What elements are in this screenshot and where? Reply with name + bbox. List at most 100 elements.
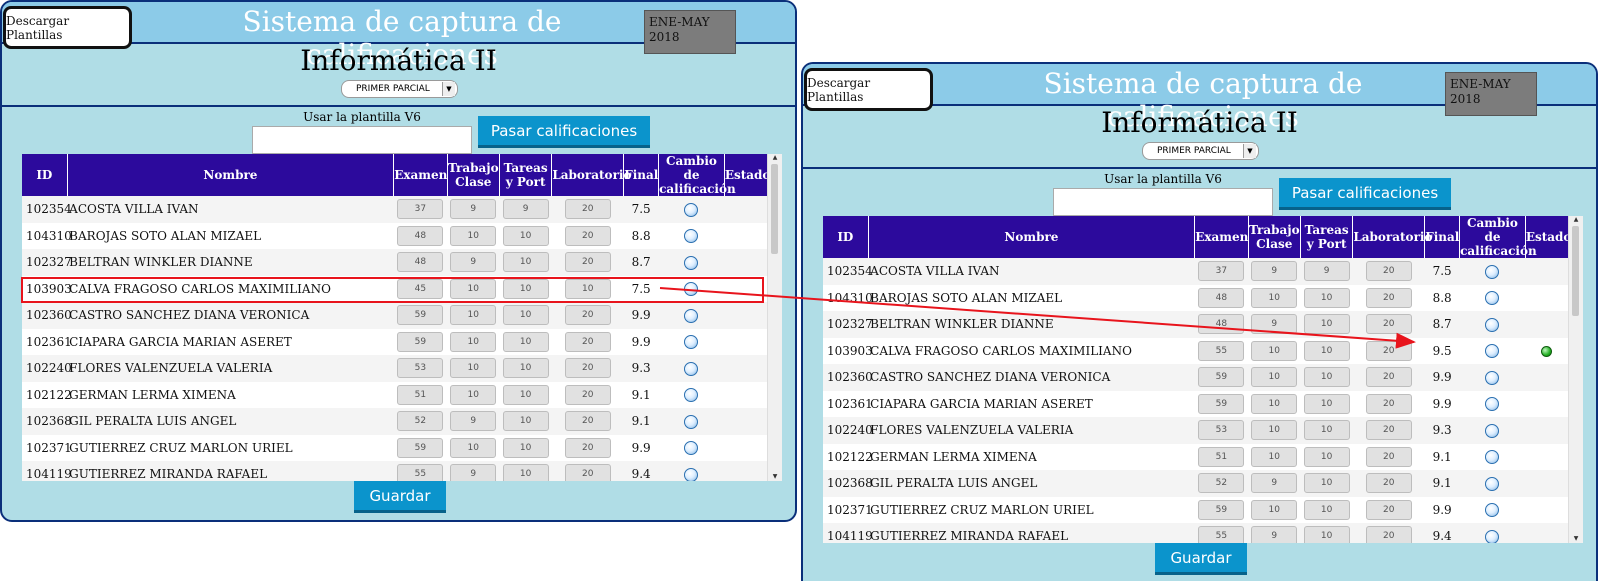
homework-input[interactable]: 10 [1303,473,1350,494]
change-grade-button[interactable] [1485,450,1500,464]
lab-input[interactable]: 20 [1365,446,1412,467]
change-grade-button[interactable] [684,441,699,455]
pass-grades-button[interactable]: Pasar calificaciones [478,116,650,148]
classwork-input[interactable]: 9 [1251,526,1298,543]
classwork-input[interactable]: 9 [450,464,497,481]
exam-input[interactable]: 55 [397,464,444,481]
change-grade-button[interactable] [1485,344,1500,358]
save-button[interactable]: Guardar [354,481,446,513]
classwork-input[interactable]: 10 [450,305,497,326]
homework-input[interactable]: 10 [1303,287,1350,308]
lab-input[interactable]: 20 [1365,473,1412,494]
classwork-input[interactable]: 10 [1251,367,1298,388]
exam-input[interactable]: 48 [1198,287,1245,308]
lab-input[interactable]: 20 [1365,287,1412,308]
table-scrollbar[interactable]: ▲ ▼ [767,154,782,481]
homework-input[interactable]: 10 [1303,420,1350,441]
scroll-up-icon[interactable]: ▲ [1569,216,1583,224]
lab-input[interactable]: 20 [1365,393,1412,414]
lab-input[interactable]: 20 [564,411,611,432]
exam-input[interactable]: 52 [397,411,444,432]
homework-input[interactable]: 10 [502,225,549,246]
lab-input[interactable]: 20 [564,464,611,481]
classwork-input[interactable]: 10 [1251,340,1298,361]
exam-input[interactable]: 59 [397,437,444,458]
lab-input[interactable]: 20 [1365,367,1412,388]
exam-input[interactable]: 55 [1198,340,1245,361]
change-grade-button[interactable] [684,255,699,270]
classwork-input[interactable]: 9 [450,252,497,273]
change-grade-button[interactable] [684,335,699,349]
exam-input[interactable]: 53 [397,358,444,379]
exam-input[interactable]: 59 [1198,499,1245,520]
exam-input[interactable]: 51 [1198,446,1245,467]
change-grade-button[interactable] [684,308,699,323]
classwork-input[interactable]: 9 [1251,473,1298,494]
homework-input[interactable]: 10 [1303,526,1350,543]
classwork-input[interactable]: 10 [450,437,497,458]
homework-input[interactable]: 10 [1303,367,1350,388]
exam-input[interactable]: 59 [397,331,444,352]
classwork-input[interactable]: 10 [1251,446,1298,467]
change-grade-button[interactable] [684,361,699,376]
homework-input[interactable]: 10 [1303,446,1350,467]
chevron-down-icon[interactable]: ▼ [442,82,455,96]
homework-input[interactable]: 10 [502,358,549,379]
template-input[interactable] [1053,188,1273,216]
homework-input[interactable]: 10 [502,331,549,352]
homework-input[interactable]: 10 [1303,340,1350,361]
homework-input[interactable]: 9 [502,199,549,220]
change-grade-button[interactable] [684,388,699,402]
homework-input[interactable]: 10 [502,252,549,273]
chevron-down-icon[interactable]: ▼ [1243,144,1256,158]
exam-input[interactable]: 59 [1198,393,1245,414]
change-grade-button[interactable] [1485,264,1500,279]
change-grade-button[interactable] [684,414,699,429]
change-grade-button[interactable] [1485,529,1500,543]
homework-input[interactable]: 10 [502,305,549,326]
exam-input[interactable]: 48 [1198,314,1245,335]
exam-input[interactable]: 59 [397,305,444,326]
exam-input[interactable]: 48 [397,252,444,273]
change-grade-button[interactable] [1485,370,1500,385]
exam-input[interactable]: 52 [1198,473,1245,494]
lab-input[interactable]: 20 [564,252,611,273]
change-grade-button[interactable] [1485,423,1500,438]
classwork-input[interactable]: 10 [450,331,497,352]
classwork-input[interactable]: 9 [450,411,497,432]
lab-input[interactable]: 20 [564,305,611,326]
parcial-select[interactable]: PRIMER PARCIAL ▼ [341,80,458,98]
exam-input[interactable]: 48 [397,225,444,246]
homework-input[interactable]: 10 [502,464,549,481]
lab-input[interactable]: 20 [564,331,611,352]
scroll-down-icon[interactable]: ▼ [1569,535,1583,543]
classwork-input[interactable]: 9 [1251,314,1298,335]
lab-input[interactable]: 20 [1365,526,1412,543]
change-grade-button[interactable] [1485,397,1500,411]
classwork-input[interactable]: 10 [1251,287,1298,308]
lab-input[interactable]: 20 [1365,314,1412,335]
lab-input[interactable]: 20 [564,384,611,405]
classwork-input[interactable]: 10 [450,384,497,405]
homework-input[interactable]: 10 [1303,393,1350,414]
classwork-input[interactable]: 10 [450,225,497,246]
change-grade-button[interactable] [1485,503,1500,517]
exam-input[interactable]: 53 [1198,420,1245,441]
table-scrollbar[interactable]: ▲ ▼ [1568,216,1583,543]
change-grade-button[interactable] [1485,317,1500,332]
parcial-select[interactable]: PRIMER PARCIAL ▼ [1142,142,1259,160]
lab-input[interactable]: 20 [1365,340,1412,361]
lab-input[interactable]: 20 [1365,261,1412,282]
homework-input[interactable]: 10 [502,384,549,405]
scroll-thumb[interactable] [1572,226,1579,316]
change-grade-button[interactable] [684,229,699,243]
classwork-input[interactable]: 9 [450,199,497,220]
lab-input[interactable]: 20 [1365,420,1412,441]
template-input[interactable] [252,126,472,154]
homework-input[interactable]: 10 [1303,499,1350,520]
homework-input[interactable]: 10 [1303,314,1350,335]
classwork-input[interactable]: 10 [1251,499,1298,520]
download-templates-button[interactable]: Descargar Plantillas [804,68,933,111]
exam-input[interactable]: 37 [1198,261,1245,282]
classwork-input[interactable]: 10 [450,358,497,379]
